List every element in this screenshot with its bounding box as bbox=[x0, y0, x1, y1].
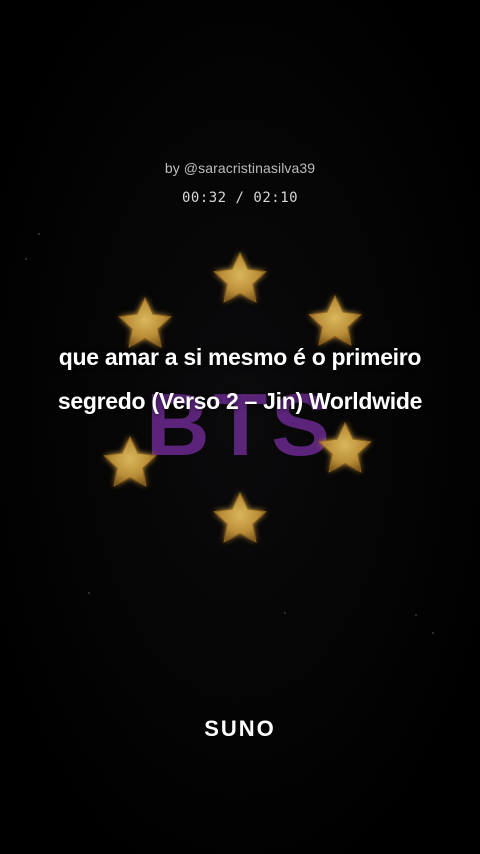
time-separator: / bbox=[235, 190, 245, 206]
star-icon bbox=[213, 492, 267, 543]
background-speck bbox=[25, 258, 27, 260]
background-speck bbox=[415, 614, 417, 616]
total-duration: 02:10 bbox=[253, 190, 299, 206]
background-speck bbox=[88, 592, 90, 594]
current-time: 00:32 bbox=[181, 190, 227, 206]
star-icon bbox=[213, 252, 267, 303]
background-speck bbox=[284, 612, 286, 614]
playback-time: 00:32 / 02:10 bbox=[0, 190, 480, 206]
background-speck bbox=[38, 233, 40, 235]
background-speck bbox=[432, 632, 434, 634]
author-credit: by @saracristinasilva39 bbox=[164, 160, 316, 176]
lyrics-text: que amar a si mesmo é o primeiro segredo… bbox=[57, 344, 423, 414]
suno-logo: SUNO bbox=[204, 716, 276, 741]
